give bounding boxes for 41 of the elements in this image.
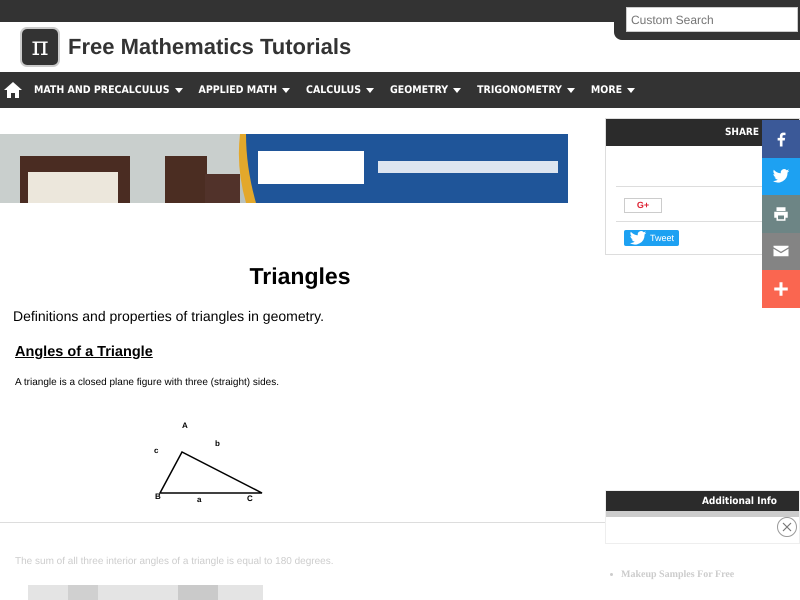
- widget-title: SHARE: [724, 127, 759, 138]
- caret-icon: [453, 88, 462, 92]
- section-heading: Angles of a Triangle: [15, 344, 153, 360]
- share-button[interactable]: [762, 195, 800, 232]
- page-title: Triangles: [248, 263, 352, 290]
- nav-item[interactable]: CALCULUS: [298, 84, 382, 96]
- search-field[interactable]: Custom Search: [626, 7, 798, 32]
- vertex-label: c: [154, 446, 158, 455]
- nav-item[interactable]: MATH AND PRECALCULUS: [26, 84, 191, 96]
- vertex-label: a: [197, 495, 202, 504]
- intro-text: Definitions and properties of triangles in geometry.: [13, 308, 326, 324]
- nav-item[interactable]: GEOMETRY: [382, 84, 470, 96]
- caret-icon: [366, 88, 374, 92]
- share-button[interactable]: [762, 158, 800, 195]
- plus-icon: [772, 280, 790, 298]
- bullet-icon: [610, 573, 613, 576]
- close-icon: [782, 522, 792, 532]
- caret-icon: [174, 88, 183, 92]
- share-button[interactable]: [762, 120, 800, 158]
- site-title: Free Mathematics Tutorials: [68, 34, 352, 60]
- close-button[interactable]: [777, 517, 797, 537]
- site-logo[interactable]: π: [20, 27, 60, 67]
- vertex-label: B: [155, 492, 161, 501]
- paragraph: A triangle is a closed plane figure with three (straight) sides.: [15, 377, 280, 388]
- home-icon[interactable]: [4, 82, 22, 98]
- widget-title: Additional Info: [702, 496, 777, 506]
- nav-item[interactable]: MORE: [582, 84, 644, 96]
- printer-icon: [772, 204, 790, 223]
- vertex-label: A: [182, 421, 188, 430]
- caret-icon: [566, 88, 575, 92]
- caret-icon: [282, 88, 290, 92]
- vertex-label: b: [215, 439, 220, 448]
- vertex-label: C: [247, 494, 253, 503]
- nav-item[interactable]: APPLIED MATH: [190, 84, 298, 96]
- nav-item[interactable]: TRIGONOMETRY: [469, 84, 583, 96]
- share-button[interactable]: [762, 232, 800, 270]
- caret-icon: [627, 88, 636, 92]
- bird-icon: [772, 167, 790, 186]
- share-button[interactable]: [762, 270, 800, 308]
- google-plus-button[interactable]: G+: [624, 198, 662, 212]
- bird-icon: [629, 229, 647, 247]
